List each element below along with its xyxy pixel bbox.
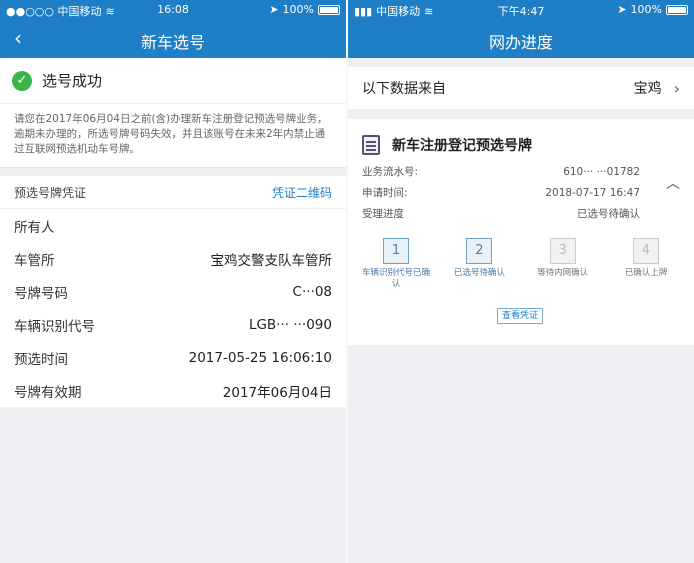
step-1: 1 车辆识别代号已确认	[362, 238, 430, 290]
source-value: 宝鸡	[633, 81, 662, 97]
step-number: 3	[549, 238, 576, 264]
document-icon	[362, 135, 380, 155]
qr-code-link[interactable]: 凭证二维码	[272, 184, 332, 201]
data-source-row[interactable]: 以下数据来自 宝鸡 ›	[348, 67, 694, 109]
step-3: 3 等待内网确认	[529, 238, 597, 290]
info-row-serial: 业务流水号: 610··· ···01782	[362, 161, 694, 182]
chevron-right-icon: ›	[673, 78, 680, 98]
row-label: 车管所	[14, 252, 55, 269]
step-number: 2	[466, 238, 493, 264]
row-label: 车辆识别代号	[14, 318, 95, 335]
step-label: 已确认上牌	[624, 268, 668, 278]
left-screen: ●●○○○ 中国移动 ≋ 16:08 ➤ 100% ‹ 新车选号 ✓ 选号成功 请您…	[0, 0, 346, 563]
chevron-up-icon[interactable]: ︿	[666, 173, 680, 193]
step-4: 4 已确认上牌	[612, 238, 680, 290]
row-label: 预选时间	[14, 351, 68, 368]
battery-icon	[318, 4, 340, 15]
row-value: 2017-05-25 16:06:10	[188, 349, 332, 366]
row-value: C···08	[292, 283, 332, 300]
battery-icon	[666, 4, 688, 15]
step-label: 车辆识别代号已确认	[362, 268, 431, 289]
row-value: 宝鸡交警支队车管所	[210, 252, 333, 269]
voucher-form: 预选号牌凭证 凭证二维码 所有人 车管所 宝鸡交警支队车管所 号牌号码 C···…	[0, 176, 346, 407]
notice-text: 请您在2017年06月04日之前(含)办理新车注册登记预选号牌业务，逾期未办理的…	[0, 104, 346, 168]
status-bar: ●●○○○ 中国移动 ≋ 16:08 ➤ 100%	[0, 0, 346, 20]
info-row-progress: 受理进度 已选号待确认	[362, 203, 694, 224]
info-label: 受理进度	[362, 208, 404, 220]
battery-percent: 100%	[282, 3, 314, 16]
check-circle-icon: ✓	[12, 70, 32, 91]
status-bar: ▮▮▮ 中国移动 ≋ 下午4:47 ➤ 100%	[348, 0, 694, 20]
info-label: 申请时间:	[362, 187, 408, 199]
right-screen: ▮▮▮ 中国移动 ≋ 下午4:47 ➤ 100% 网办进度 以下数据来自 宝鸡 › 新…	[348, 0, 694, 563]
location-icon: ➤	[617, 3, 627, 16]
step-label: 已选号待确认	[453, 268, 505, 278]
row-value: LGB··· ···090	[248, 316, 332, 333]
step-number: 1	[383, 238, 409, 264]
step-number: 4	[632, 238, 659, 264]
battery-percent: 100%	[630, 3, 662, 16]
voucher-label: 预选号牌凭证	[14, 185, 87, 200]
form-row-office: 车管所 宝鸡交警支队车管所	[0, 242, 346, 275]
info-value: 610··· ···01782	[563, 165, 640, 178]
info-value: 已选号待确认	[577, 208, 640, 220]
form-row-validity: 号牌有效期 2017年06月04日	[0, 374, 346, 407]
info-value: 2018-07-17 16:47	[545, 186, 640, 199]
row-label: 所有人	[14, 219, 55, 236]
success-text: 选号成功	[42, 72, 103, 90]
form-row-plate: 号牌号码 C···08	[0, 275, 346, 308]
form-row-vin: 车辆识别代号 LGB··· ···090	[0, 308, 346, 341]
nav-bar: 网办进度	[348, 20, 694, 58]
step-label: 等待内网确认	[537, 268, 589, 278]
progress-steps: 1 车辆识别代号已确认 2 已选号待确认 3 等待内网确认 4 已确认上牌	[362, 238, 694, 290]
info-row-apply-time: 申请时间: 2018-07-17 16:47	[362, 182, 694, 203]
source-label: 以下数据来自	[362, 81, 446, 97]
page-title: 网办进度	[488, 33, 553, 52]
form-row-select-time: 预选时间 2017-05-25 16:06:10	[0, 341, 346, 374]
view-voucher-button[interactable]: 查看凭证	[497, 308, 543, 324]
row-value: 2017年06月04日	[222, 384, 332, 401]
row-label: 号牌有效期	[14, 384, 82, 401]
nav-bar: ‹ 新车选号	[0, 20, 346, 58]
success-banner: ✓ 选号成功	[0, 58, 346, 104]
location-icon: ➤	[269, 3, 279, 16]
voucher-header: 预选号牌凭证 凭证二维码	[0, 176, 346, 209]
info-label: 业务流水号:	[362, 166, 419, 178]
row-label: 号牌号码	[14, 285, 68, 302]
page-title: 新车选号	[140, 33, 205, 52]
form-row-owner: 所有人	[0, 209, 346, 242]
card-title: 新车注册登记预选号牌	[392, 138, 532, 154]
step-2: 2 已选号待确认	[445, 238, 513, 290]
progress-card: 新车注册登记预选号牌 ︿ 业务流水号: 610··· ···01782 申请时间…	[348, 119, 694, 345]
